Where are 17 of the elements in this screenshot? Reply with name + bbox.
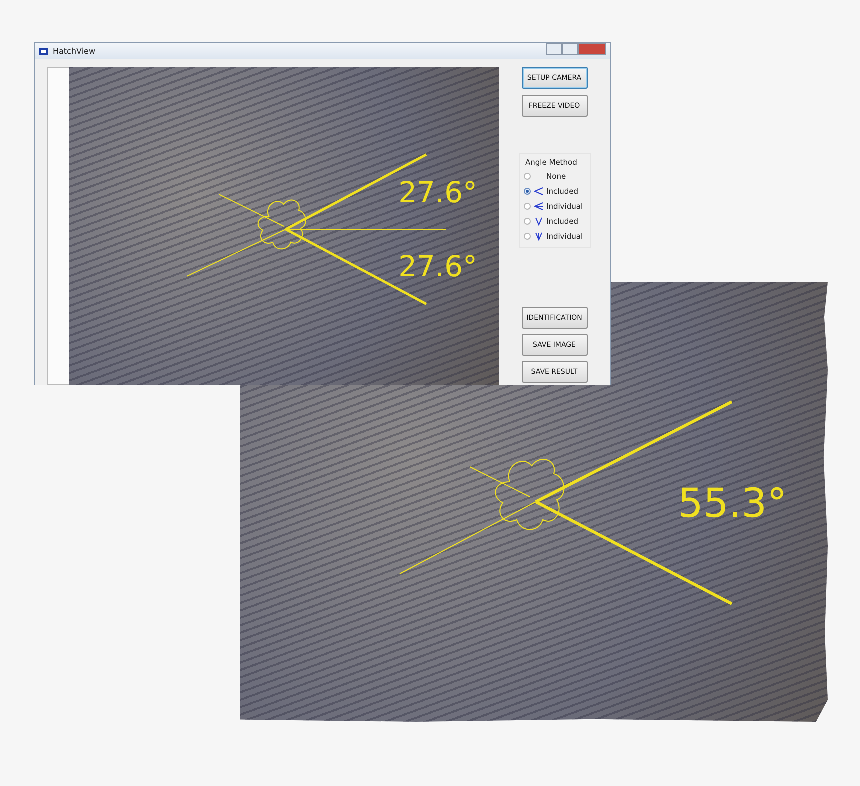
v-angle-icon (534, 216, 544, 226)
maximize-button[interactable] (562, 43, 578, 55)
minimize-button[interactable] (546, 43, 562, 55)
radio-button[interactable] (524, 172, 530, 180)
window-title: HatchView (53, 46, 96, 56)
radio-button[interactable] (524, 202, 530, 210)
included-angle-icon (534, 186, 544, 196)
angle-reading: 27.6° (398, 176, 478, 210)
angle-reading: 27.6° (398, 249, 478, 284)
v-individual-angle-icon (534, 232, 544, 240)
app-icon (39, 48, 48, 54)
individual-angle-icon (534, 202, 544, 210)
angle-reading: 55.3° (678, 481, 788, 527)
radio-button[interactable] (524, 218, 530, 224)
radio-button[interactable] (524, 232, 530, 240)
radio-button[interactable] (524, 188, 530, 194)
close-button[interactable] (578, 43, 606, 55)
